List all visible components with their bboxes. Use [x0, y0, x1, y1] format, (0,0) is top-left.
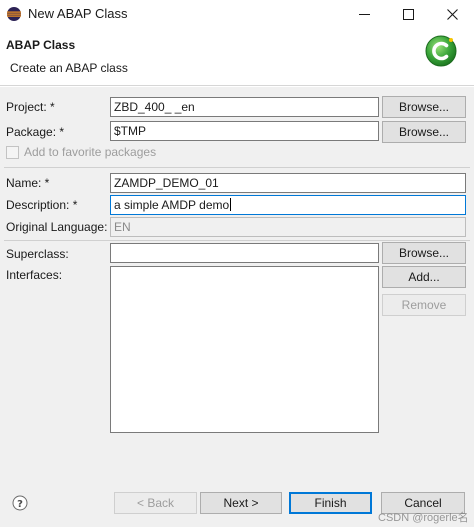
title-bar: New ABAP Class	[0, 0, 474, 28]
description-label: Description: *	[6, 198, 78, 212]
wizard-message: Create an ABAP class	[10, 61, 128, 75]
maximize-button[interactable]	[386, 0, 430, 28]
project-input[interactable]: ZBD_400_ _en	[110, 97, 379, 117]
maximize-icon	[402, 8, 414, 20]
window-title: New ABAP Class	[28, 6, 128, 21]
interfaces-label: Interfaces:	[6, 268, 63, 282]
separator	[4, 167, 470, 168]
superclass-label: Superclass:	[6, 247, 69, 261]
abap-class-logo-icon	[425, 35, 457, 67]
favorites-label: Add to favorite packages	[24, 145, 157, 159]
interfaces-list[interactable]	[110, 266, 379, 433]
description-value: a simple AMDP demo	[114, 198, 230, 212]
wizard-title: ABAP Class	[6, 38, 76, 52]
wizard-content: Project: * ZBD_400_ _en Browse... Packag…	[0, 87, 474, 479]
text-caret	[230, 198, 232, 211]
project-browse-button[interactable]: Browse...	[382, 96, 466, 118]
back-button[interactable]: < Back	[114, 492, 197, 514]
name-label: Name: *	[6, 176, 50, 190]
next-button[interactable]: Next >	[200, 492, 282, 514]
superclass-input[interactable]	[110, 243, 379, 263]
superclass-browse-button[interactable]: Browse...	[382, 242, 466, 264]
help-icon[interactable]: ?	[12, 495, 28, 511]
original-language-label: Original Language:	[6, 220, 108, 234]
package-input[interactable]: $TMP	[110, 121, 379, 141]
remove-interface-button[interactable]: Remove	[382, 294, 466, 316]
minimize-button[interactable]	[342, 0, 386, 28]
add-interface-button[interactable]: Add...	[382, 266, 466, 288]
original-language-input: EN	[110, 217, 466, 237]
minimize-icon	[358, 13, 370, 15]
favorites-checkbox[interactable]	[6, 146, 19, 159]
package-label: Package: *	[6, 125, 65, 139]
project-label: Project: *	[6, 100, 55, 114]
eclipse-app-icon	[7, 7, 21, 21]
svg-text:?: ?	[17, 499, 23, 510]
package-browse-button[interactable]: Browse...	[382, 121, 466, 143]
finish-button[interactable]: Finish	[289, 492, 372, 514]
separator	[4, 240, 470, 241]
watermark-text: CSDN @rogerle名	[378, 512, 469, 524]
wizard-banner: ABAP Class Create an ABAP class	[0, 28, 474, 86]
description-input[interactable]: a simple AMDP demo	[110, 195, 466, 215]
close-button[interactable]	[430, 0, 474, 28]
name-input[interactable]: ZAMDP_DEMO_01	[110, 173, 466, 193]
close-icon	[446, 8, 458, 20]
